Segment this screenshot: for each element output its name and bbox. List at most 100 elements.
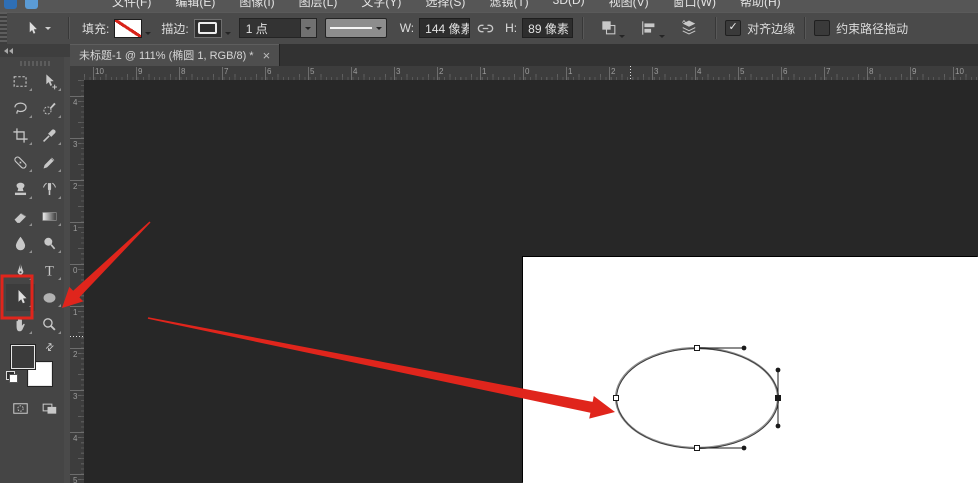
menu-item[interactable]: 文字(Y) bbox=[361, 0, 401, 10]
fill-swatch[interactable] bbox=[114, 19, 142, 38]
menu-item[interactable]: 帮助(H) bbox=[740, 0, 781, 10]
tool-spot-healing-brush-tool[interactable] bbox=[6, 149, 35, 176]
fill-label: 填充: bbox=[82, 20, 109, 37]
menu-item[interactable]: 选择(S) bbox=[425, 0, 465, 10]
menu-item[interactable]: 窗口(W) bbox=[673, 0, 716, 10]
quick-mask-icon bbox=[11, 399, 30, 418]
align-edges-checkbox[interactable]: ✓ bbox=[725, 20, 741, 36]
tool-eyedropper-tool[interactable] bbox=[35, 122, 64, 149]
shape-height-input[interactable]: 89 像素 bbox=[522, 18, 573, 38]
ruler-corner[interactable] bbox=[70, 66, 85, 81]
tool-gradient-tool[interactable] bbox=[35, 203, 64, 230]
constrain-path-drag-label: 约束路径拖动 bbox=[836, 20, 908, 37]
photoshop-window: T 文件(F)编辑(E)图像(I)图层(L)文字(Y)选择(S)滤镜(T)3D(… bbox=[0, 0, 978, 483]
screen-mode-icon bbox=[40, 399, 59, 418]
stroke-dropdown-caret-icon[interactable] bbox=[225, 32, 231, 35]
tool-path-selection-tool[interactable] bbox=[6, 284, 35, 311]
ruler-number: 3 bbox=[73, 392, 77, 401]
stroke-width-dropdown[interactable]: 1 点 bbox=[239, 18, 317, 38]
rectangular-marquee-tool-icon bbox=[11, 72, 30, 91]
app-icon[interactable] bbox=[4, 0, 17, 9]
path-alignment-button[interactable] bbox=[639, 18, 665, 38]
foreground-color-swatch[interactable] bbox=[11, 345, 35, 369]
tools-panel: ⇄ bbox=[0, 44, 71, 483]
type-tool-icon bbox=[40, 261, 59, 280]
tool-history-brush-tool[interactable] bbox=[35, 176, 64, 203]
no-color-icon bbox=[115, 20, 141, 37]
tool-eraser-tool[interactable] bbox=[6, 203, 35, 230]
tool-dodge-tool[interactable] bbox=[35, 230, 64, 257]
tool-crop-tool[interactable] bbox=[6, 122, 35, 149]
ruler-number: 0 bbox=[525, 67, 529, 76]
menu-item[interactable]: 编辑(E) bbox=[175, 0, 215, 10]
tools-panel-header[interactable] bbox=[0, 44, 70, 57]
tool-rectangular-marquee-tool[interactable] bbox=[6, 68, 35, 95]
screen-mode-button[interactable] bbox=[35, 396, 64, 420]
tool-hand-tool[interactable] bbox=[6, 311, 35, 338]
tool-pen-tool[interactable] bbox=[6, 257, 35, 284]
default-colors-icon[interactable] bbox=[6, 371, 18, 383]
shape-width-input[interactable]: 144 像素 bbox=[419, 18, 470, 38]
menu-item[interactable]: 3D(D) bbox=[553, 0, 585, 10]
close-icon[interactable]: × bbox=[263, 49, 271, 62]
chevron-down-icon bbox=[376, 27, 382, 30]
tool-lasso-tool[interactable] bbox=[6, 95, 35, 122]
constrain-path-drag-checkbox[interactable] bbox=[814, 20, 830, 36]
tools-panel-gripper[interactable] bbox=[20, 61, 50, 66]
pasteboard bbox=[84, 80, 978, 483]
bridge-icon[interactable] bbox=[25, 0, 38, 9]
stroke-swatch[interactable] bbox=[194, 19, 222, 38]
tool-type-tool[interactable] bbox=[35, 257, 64, 284]
ruler-number: 4 bbox=[697, 67, 701, 76]
tool-preset-picker[interactable] bbox=[23, 20, 51, 37]
tool-zoom-tool[interactable] bbox=[35, 311, 64, 338]
menu-item[interactable]: 图层(L) bbox=[299, 0, 338, 10]
blur-tool-icon bbox=[11, 234, 30, 253]
tool-ellipse-tool[interactable] bbox=[35, 284, 64, 311]
constrain-path-drag-option[interactable]: 约束路径拖动 bbox=[814, 20, 908, 37]
ruler-number: 8 bbox=[181, 67, 185, 76]
menu-item[interactable]: 图像(I) bbox=[239, 0, 274, 10]
menu-item[interactable]: 视图(V) bbox=[609, 0, 649, 10]
menu-item[interactable]: 文件(F) bbox=[112, 0, 151, 10]
ruler-number: 7 bbox=[826, 67, 830, 76]
tool-pencil-tool[interactable] bbox=[35, 149, 64, 176]
menu-item[interactable]: 滤镜(T) bbox=[489, 0, 528, 10]
stroke-width-value[interactable]: 1 点 bbox=[239, 18, 301, 38]
vertical-ruler[interactable]: 4321012345 bbox=[70, 80, 85, 483]
tool-quick-selection-tool[interactable] bbox=[35, 95, 64, 122]
document-canvas[interactable] bbox=[523, 257, 978, 483]
ruler-number: 9 bbox=[138, 67, 142, 76]
path-arrangement-button[interactable] bbox=[679, 18, 699, 38]
quick-mask-button[interactable] bbox=[6, 396, 35, 420]
path-selection-arrow-icon bbox=[23, 20, 40, 37]
lasso-tool-icon bbox=[11, 99, 30, 118]
path-operations-button[interactable] bbox=[599, 18, 625, 38]
chevron-down-icon bbox=[659, 35, 665, 38]
align-edges-option[interactable]: ✓ 对齐边缘 bbox=[725, 20, 795, 37]
gradient-tool-icon bbox=[40, 207, 59, 226]
horizontal-ruler[interactable]: 10987654321012345678910 bbox=[84, 66, 978, 81]
hand-tool-icon bbox=[11, 315, 30, 334]
ruler-number: 3 bbox=[654, 67, 658, 76]
dodge-tool-icon bbox=[40, 234, 59, 253]
swap-colors-icon[interactable]: ⇄ bbox=[43, 341, 57, 355]
width-label: W: bbox=[400, 21, 414, 35]
link-dimensions-icon[interactable] bbox=[476, 19, 495, 38]
ruler-number: 10 bbox=[955, 67, 964, 76]
menu-bar-items: 文件(F) 编辑(E) 图像(I) 图层(L) 文字(Y) 选择(S) 滤镜(T) 3D(D)… bbox=[112, 0, 781, 10]
toolbar-grid bbox=[6, 68, 64, 338]
stroke-width-caret-button[interactable] bbox=[301, 18, 317, 38]
tool-clone-stamp-tool[interactable] bbox=[6, 176, 35, 203]
stroke-style-dropdown[interactable] bbox=[325, 18, 387, 38]
options-bar-gripper[interactable] bbox=[0, 12, 7, 44]
tool-blur-tool[interactable] bbox=[6, 230, 35, 257]
tool-move-tool[interactable] bbox=[35, 68, 64, 95]
ruler-number: 4 bbox=[73, 434, 77, 443]
ruler-number: 3 bbox=[73, 140, 77, 149]
fill-dropdown-caret-icon[interactable] bbox=[145, 32, 151, 35]
path-operations-icon bbox=[599, 18, 619, 38]
ruler-number: 1 bbox=[568, 67, 572, 76]
move-tool-icon bbox=[40, 72, 59, 91]
document-tab[interactable]: 未标题-1 @ 111% (椭圆 1, RGB/8) * × bbox=[70, 44, 280, 66]
